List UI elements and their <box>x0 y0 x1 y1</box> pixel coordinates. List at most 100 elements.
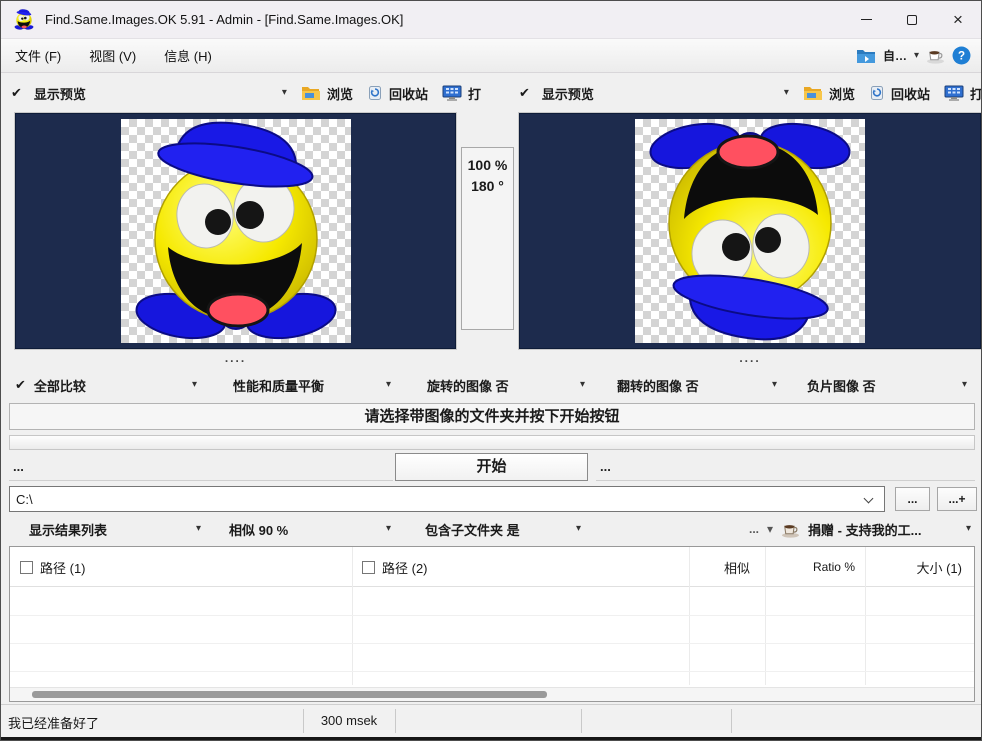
chevron-down-icon: ▾ <box>386 380 391 390</box>
chevron-down-icon: ▾ <box>772 380 777 390</box>
chevron-down-icon: ▾ <box>576 524 581 534</box>
chevron-down-icon <box>864 494 874 504</box>
browse-button-left[interactable]: 浏览 <box>301 84 353 103</box>
status-ready: 我已经准备好了 <box>8 713 99 732</box>
right-panel-toolbar: ✔ 显示预览 ▾ 浏览 回收站 打 <box>519 77 982 109</box>
browse-path-button[interactable]: ... <box>895 487 930 511</box>
rotated-images-dropdown[interactable]: 旋转的图像 否 ▾ <box>419 373 585 397</box>
chevron-down-icon[interactable]: ▾ <box>784 88 789 98</box>
recycle-label: 回收站 <box>891 84 930 103</box>
selected-path-left: ... <box>9 453 393 481</box>
recycle-button-left[interactable]: 回收站 <box>367 84 428 103</box>
column-separator <box>689 547 690 685</box>
menu-info[interactable]: 信息 (H) <box>150 40 226 71</box>
rotation-value: 180 ° <box>462 176 513 197</box>
column-path2[interactable]: 路径 (2) <box>362 547 428 587</box>
preview-pane-left <box>15 113 456 349</box>
recycle-bin-icon <box>367 85 383 101</box>
browse-label: 浏览 <box>327 84 353 103</box>
results-table[interactable]: 路径 (1) 路径 (2) 相似 Ratio % 大小 (1) <box>9 546 975 702</box>
donate-dropdown[interactable]: ... ▾ 捐赠 - 支持我的工... ▾ <box>749 517 971 541</box>
similarity-dropdown[interactable]: 相似 90 % ▾ <box>229 517 391 541</box>
svg-text:?: ? <box>958 50 965 63</box>
status-divider <box>395 709 396 733</box>
open-button-left[interactable]: 打 <box>442 84 481 103</box>
row-separator <box>10 671 974 672</box>
show-preview-toggle-left[interactable]: 显示预览 <box>34 84 86 103</box>
recycle-label: 回收站 <box>389 84 428 103</box>
show-preview-toggle-right[interactable]: 显示预览 <box>542 84 594 103</box>
more-options[interactable]: ... <box>749 522 759 536</box>
column-separator <box>765 547 766 685</box>
negative-images-dropdown[interactable]: 负片图像 否 ▾ <box>799 373 967 397</box>
row-separator <box>10 615 974 616</box>
subfolders-dropdown[interactable]: 包含子文件夹 是 ▾ <box>425 517 581 541</box>
coffee-icon[interactable] <box>926 47 945 64</box>
progress-bar <box>9 435 975 450</box>
open-button-right[interactable]: 打 <box>944 84 982 103</box>
column-path1[interactable]: 路径 (1) <box>20 547 86 587</box>
selected-path-right: ... <box>596 453 975 481</box>
negative-label: 负片图像 否 <box>807 376 954 395</box>
app-icon <box>13 9 35 30</box>
preview-caption-right: .... <box>519 351 981 367</box>
smiley-image-rotated <box>635 119 865 343</box>
status-divider <box>581 709 582 733</box>
column-ratio[interactable]: Ratio % <box>760 547 855 587</box>
minimize-button[interactable] <box>843 1 889 38</box>
flipped-images-dropdown[interactable]: 翻转的图像 否 ▾ <box>609 373 777 397</box>
menu-bar: 文件 (F) 视图 (V) 信息 (H) 自… ▾ ? <box>1 39 981 73</box>
start-button[interactable]: 开始 <box>395 453 588 481</box>
zoom-value: 100 % <box>462 155 513 176</box>
similarity-label: 相似 90 % <box>229 520 378 539</box>
maximize-button[interactable] <box>889 1 935 38</box>
quality-label: 性能和质量平衡 <box>233 376 378 395</box>
auto-menu-button[interactable]: 自… <box>883 47 907 64</box>
close-button[interactable]: × <box>935 1 981 38</box>
window-title: Find.Same.Images.OK 5.91 - Admin - [Find… <box>45 12 403 27</box>
checkbox-path2[interactable] <box>362 561 375 574</box>
coffee-icon <box>781 521 800 538</box>
menu-file[interactable]: 文件 (F) <box>1 40 75 71</box>
blue-folder-icon[interactable] <box>856 48 876 64</box>
subfolders-label: 包含子文件夹 是 <box>425 520 568 539</box>
chevron-down-icon: ▾ <box>966 524 971 534</box>
chevron-down-icon: ▾ <box>386 524 391 534</box>
chevron-down-icon: ▾ <box>192 380 197 390</box>
chevron-down-icon: ▾ <box>580 380 585 390</box>
preview-pane-right <box>519 113 981 349</box>
column-size[interactable]: 大小 (1) <box>865 547 962 587</box>
open-label: 打 <box>468 84 481 103</box>
chevron-down-icon[interactable]: ▾ <box>914 51 919 61</box>
instruction-message: 请选择带图像的文件夹并按下开始按钮 <box>9 403 975 430</box>
chevron-down-icon[interactable]: ▾ <box>282 88 287 98</box>
status-divider <box>731 709 732 733</box>
check-icon: ✔ <box>11 85 22 101</box>
chevron-down-icon: ▾ <box>196 524 201 534</box>
rotated-label: 旋转的图像 否 <box>427 376 572 395</box>
horizontal-scrollbar[interactable] <box>10 687 974 701</box>
monitor-icon <box>442 85 462 102</box>
show-results-dropdown[interactable]: 显示结果列表 ▾ <box>29 517 201 541</box>
help-icon[interactable]: ? <box>952 46 971 65</box>
window-bottom-edge <box>1 737 981 741</box>
column-separator <box>352 547 353 685</box>
column-similar[interactable]: 相似 <box>650 547 750 587</box>
quality-dropdown[interactable]: 性能和质量平衡 ▾ <box>225 373 391 397</box>
left-panel-toolbar: ✔ 显示预览 ▾ 浏览 回收站 打 <box>11 77 481 109</box>
path-combobox[interactable]: C:\ <box>9 486 885 512</box>
menu-view[interactable]: 视图 (V) <box>75 40 150 71</box>
chevron-down-icon: ▾ <box>767 523 773 535</box>
check-icon: ✔ <box>519 85 530 101</box>
scrollbar-thumb[interactable] <box>32 691 547 698</box>
preview-image-right <box>635 119 865 343</box>
chevron-down-icon: ▾ <box>962 380 967 390</box>
compare-all-dropdown[interactable]: ✔ 全部比较 ▾ <box>15 373 197 397</box>
smiley-image <box>121 119 351 343</box>
browse-button-right[interactable]: 浏览 <box>803 84 855 103</box>
folder-icon <box>301 85 321 101</box>
recycle-button-right[interactable]: 回收站 <box>869 84 930 103</box>
checkbox-path1[interactable] <box>20 561 33 574</box>
maximize-icon <box>907 15 917 25</box>
add-path-button[interactable]: ...+ <box>937 487 977 511</box>
